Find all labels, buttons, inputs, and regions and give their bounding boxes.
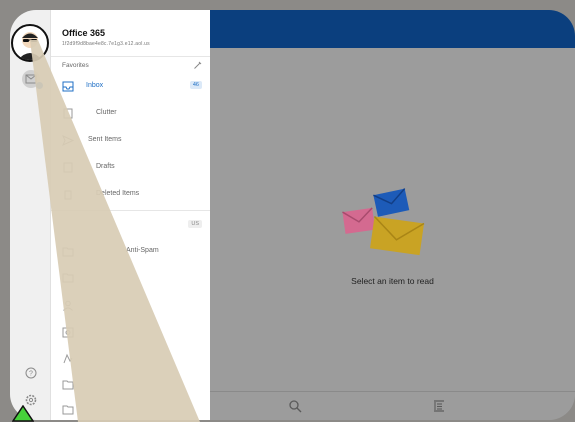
section-badge: US — [188, 220, 202, 228]
envelopes-illustration — [342, 188, 425, 256]
person-icon[interactable] — [62, 300, 74, 311]
send-icon — [62, 135, 74, 146]
folder-item-drafts[interactable]: Drafts — [62, 161, 202, 175]
folder-label: Clutter — [96, 109, 117, 116]
account-email: 1f2d9f9d8bae4e8c.7e1g3.e12.aol.us — [62, 41, 150, 47]
folder-icon — [62, 247, 74, 257]
folder-icon[interactable] — [62, 379, 74, 390]
rules-icon[interactable] — [62, 353, 74, 364]
archive-icon[interactable] — [62, 327, 74, 338]
favorites-header: Favorites — [62, 62, 89, 69]
bottom-toolbar — [210, 391, 575, 420]
folder-item-inbox[interactable]: Inbox 46 — [62, 80, 202, 94]
reading-pane-header — [210, 10, 575, 48]
folder-item-clutter[interactable]: Clutter — [62, 107, 202, 121]
account-rail: ? — [10, 10, 51, 420]
folder-item-deleted-items[interactable]: Deleted Items — [62, 188, 202, 202]
folder-pane: Office 365 1f2d9f9d8bae4e8c.7e1g3.e12.ao… — [51, 10, 210, 420]
folder-icon[interactable] — [62, 404, 74, 415]
folder-label: Drafts — [96, 163, 115, 170]
app-window: Select an item to read ? Office 365 1f2d… — [10, 10, 575, 420]
folder-label: Inbox — [86, 82, 104, 89]
reading-pane: Select an item to read — [210, 10, 575, 420]
account-name: Office 365 — [62, 28, 106, 38]
inbox-icon — [62, 81, 74, 92]
clutter-icon — [63, 108, 73, 119]
folder-item-anti-spam[interactable]: Anti-Spam — [62, 245, 202, 259]
folder-icon[interactable] — [62, 272, 74, 283]
divider — [51, 210, 210, 211]
avatar-icon — [18, 32, 42, 60]
notification-badge — [36, 82, 43, 89]
edit-pencil-icon[interactable] — [193, 61, 202, 70]
drafts-icon — [63, 162, 73, 173]
avatar[interactable] — [11, 24, 49, 62]
filter-icon[interactable] — [432, 399, 446, 413]
folder-label: Anti-Spam — [126, 247, 159, 254]
folder-item-sent-items[interactable]: Sent Items — [62, 134, 202, 148]
cursor-arrow-icon — [12, 405, 34, 422]
divider — [51, 56, 210, 57]
folder-label: Deleted Items — [96, 190, 140, 197]
trash-icon — [64, 190, 72, 200]
search-icon[interactable] — [288, 399, 302, 413]
help-icon[interactable]: ? — [25, 367, 37, 379]
folder-label: Sent Items — [88, 136, 122, 143]
svg-text:?: ? — [29, 371, 33, 378]
empty-state-message: Select an item to read — [351, 276, 434, 286]
unread-count-badge: 46 — [189, 81, 202, 89]
